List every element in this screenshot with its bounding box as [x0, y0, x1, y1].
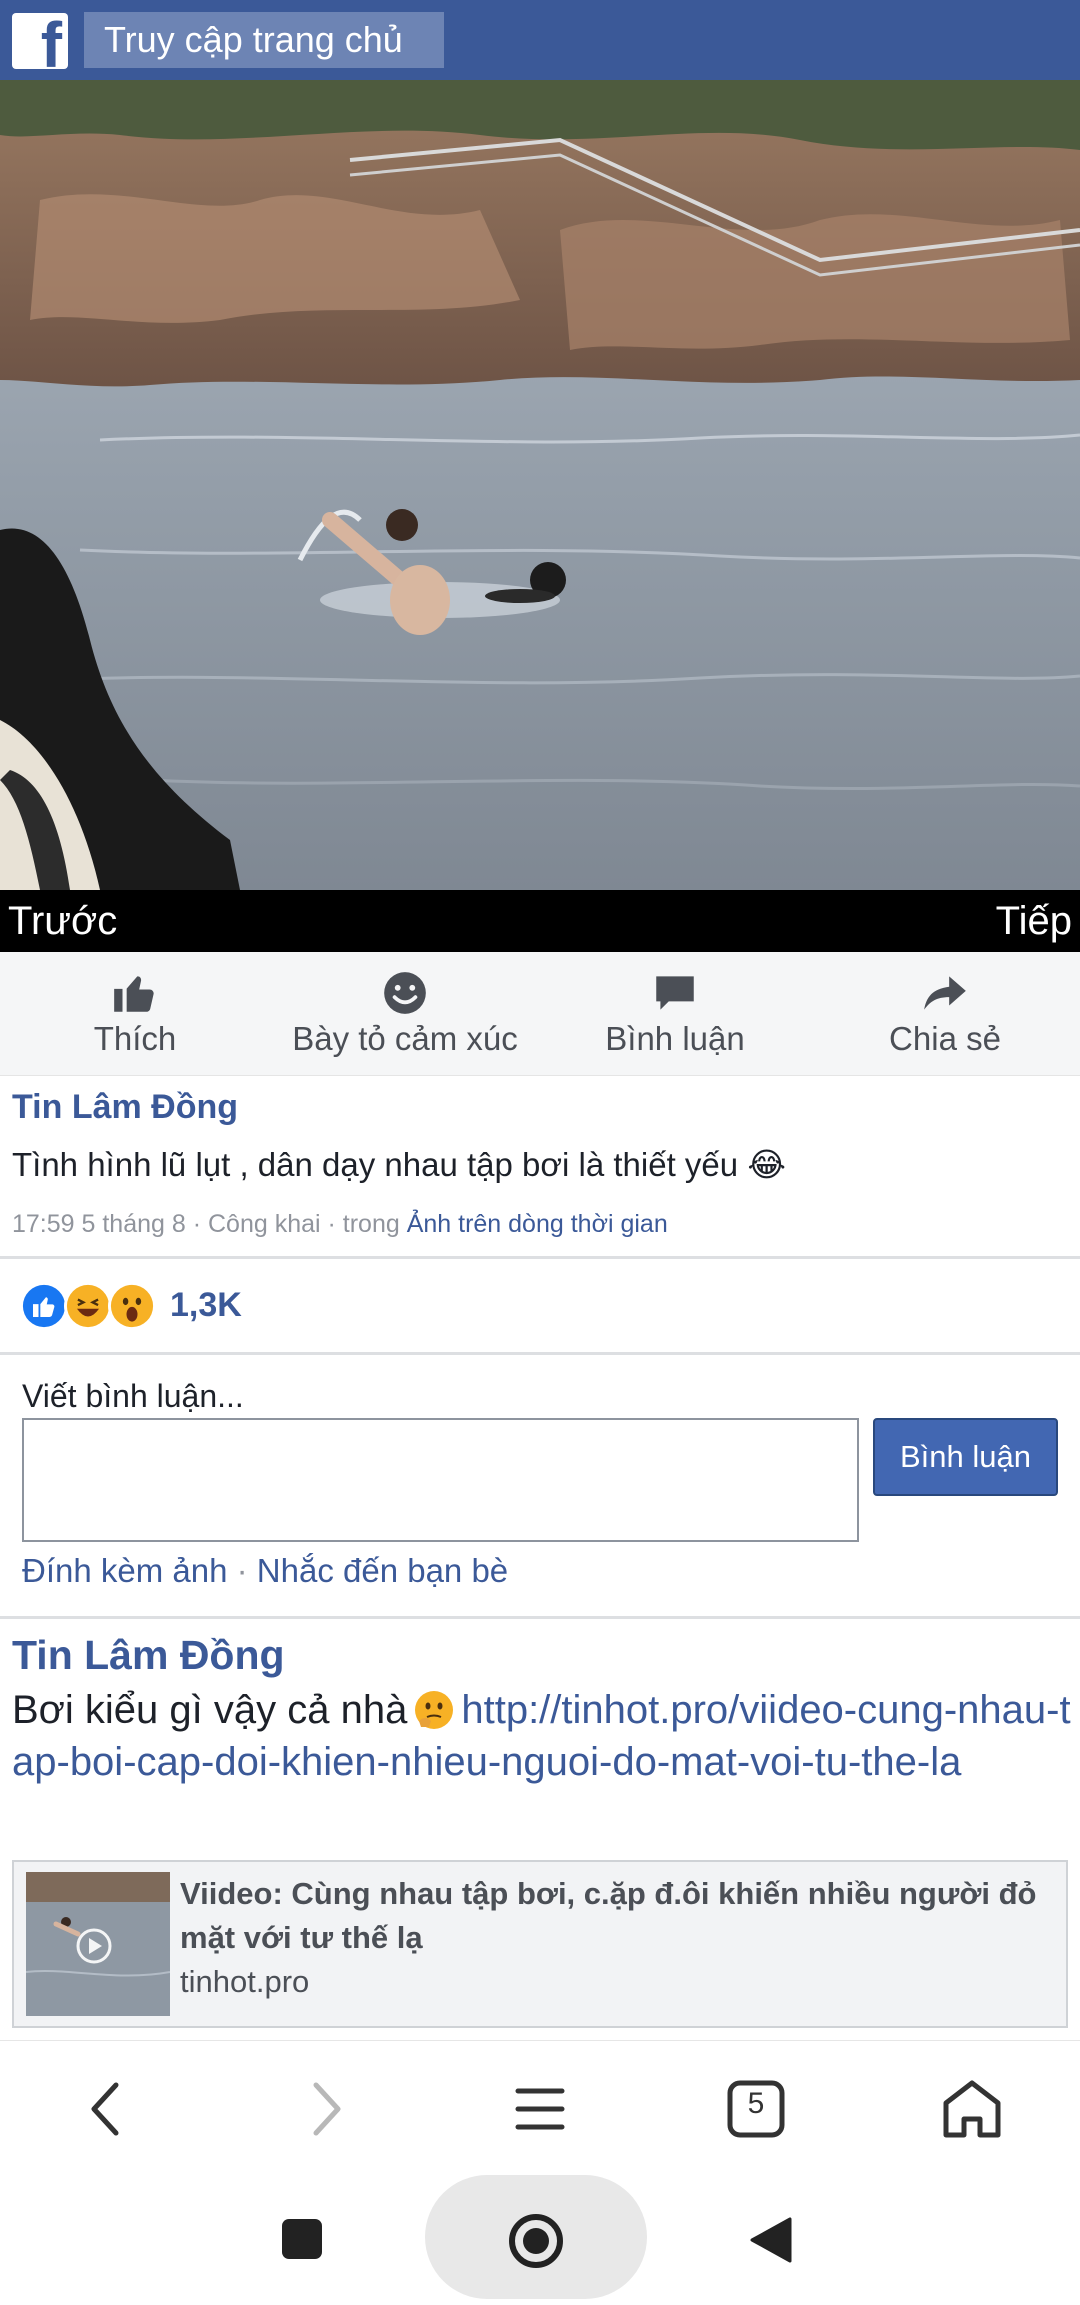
system-navigation-bar — [0, 2175, 1080, 2305]
facebook-top-bar: f Truy cập trang chủ — [0, 0, 1080, 80]
wow-reaction-icon — [108, 1282, 156, 1330]
react-label: Bày tỏ cảm xúc — [292, 1020, 518, 1057]
comment-bubble-icon — [656, 976, 694, 1010]
post-text: Tình hình lũ lụt , dân dạy nhau tập bơi … — [12, 1145, 786, 1184]
attach-photo-link[interactable]: Đính kèm ảnh — [22, 1552, 227, 1589]
next-photo-link[interactable]: Tiếp — [996, 890, 1072, 952]
comment-label: Bình luận — [605, 1020, 745, 1057]
post-meta-text: 17:59 5 tháng 8 · Công khai · trong — [12, 1210, 407, 1238]
photo-illustration — [0, 80, 1080, 890]
post-meta: 17:59 5 tháng 8 · Công khai · trong Ảnh … — [12, 1210, 668, 1239]
tabs-button[interactable]: 5 — [716, 2069, 796, 2149]
thinking-face-icon — [415, 1691, 454, 1729]
post-comment-button[interactable]: Bình luận — [873, 1418, 1058, 1496]
post2-text: Bơi kiểu gì vậy cả nhà http://tinhot.pro… — [12, 1684, 1072, 1788]
share-label: Chia sẻ — [889, 1020, 1001, 1057]
like-button[interactable]: Thích — [0, 968, 270, 1068]
post-action-bar: Thích Bày tỏ cảm xúc Bình luận Chia sẻ — [0, 952, 1080, 1076]
thumbs-up-icon — [114, 976, 154, 1012]
go-to-home-link[interactable]: Truy cập trang chủ — [84, 12, 444, 68]
menu-icon[interactable] — [500, 2069, 580, 2149]
back-icon[interactable] — [68, 2069, 148, 2149]
facebook-logo-icon[interactable]: f — [12, 13, 68, 69]
browser-toolbar: 5 — [0, 2040, 1080, 2175]
link-separator: · — [227, 1552, 257, 1589]
share-arrow-icon — [924, 976, 966, 1010]
home-icon[interactable] — [932, 2069, 1012, 2149]
post2-author[interactable]: Tin Lâm Đồng — [12, 1632, 285, 1679]
play-video-thumbnail — [26, 1872, 170, 2016]
divider — [0, 1352, 1080, 1355]
haha-reaction-icon — [64, 1282, 112, 1330]
tab-count: 5 — [747, 2087, 765, 2120]
home-circle-icon[interactable] — [506, 2211, 566, 2271]
link-preview-card[interactable]: Viideo: Cùng nhau tập bơi, c.ặp đ.ôi khi… — [12, 1860, 1068, 2028]
post-author[interactable]: Tin Lâm Đồng — [12, 1088, 238, 1127]
write-comment-label: Viết bình luận... — [22, 1378, 244, 1414]
divider — [0, 1256, 1080, 1259]
react-button[interactable]: Bày tỏ cảm xúc — [270, 968, 540, 1068]
link-preview-domain: tinhot.pro — [180, 1964, 310, 1999]
mention-friends-link[interactable]: Nhắc đến bạn bè — [257, 1552, 508, 1589]
share-button[interactable]: Chia sẻ — [810, 968, 1080, 1068]
logo-letter: f — [40, 13, 62, 69]
post2-text-content: Bơi kiểu gì vậy cả nhà — [12, 1688, 408, 1732]
link-preview-thumbnail — [26, 1872, 170, 2016]
reaction-count: 1,3K — [170, 1286, 242, 1324]
recents-square-icon[interactable] — [280, 2217, 324, 2261]
post-details: Tin Lâm Đồng Tình hình lũ lụt , dân dạy … — [0, 1076, 1080, 1256]
forward-icon[interactable] — [284, 2069, 364, 2149]
photo-navigation-strip: Trước Tiếp — [0, 890, 1080, 952]
comment-button[interactable]: Bình luận — [540, 968, 810, 1068]
post-photo[interactable] — [0, 80, 1080, 890]
comment-input[interactable] — [22, 1418, 859, 1542]
timeline-photos-link[interactable]: Ảnh trên dòng thời gian — [407, 1210, 668, 1238]
divider — [0, 1616, 1080, 1619]
link-preview-title: Viideo: Cùng nhau tập bơi, c.ặp đ.ôi khi… — [180, 1876, 1037, 1955]
like-label: Thích — [93, 1020, 177, 1057]
previous-photo-link[interactable]: Trước — [8, 890, 117, 952]
composer-links: Đính kèm ảnh · Nhắc đến bạn bè — [22, 1552, 508, 1590]
smiley-icon — [384, 972, 426, 1014]
post-text-content: Tình hình lũ lụt , dân dạy nhau tập bơi … — [12, 1146, 739, 1183]
back-triangle-icon[interactable] — [746, 2215, 796, 2265]
like-reaction-icon — [20, 1282, 68, 1330]
laughing-emoji: 😂 — [747, 1146, 786, 1183]
